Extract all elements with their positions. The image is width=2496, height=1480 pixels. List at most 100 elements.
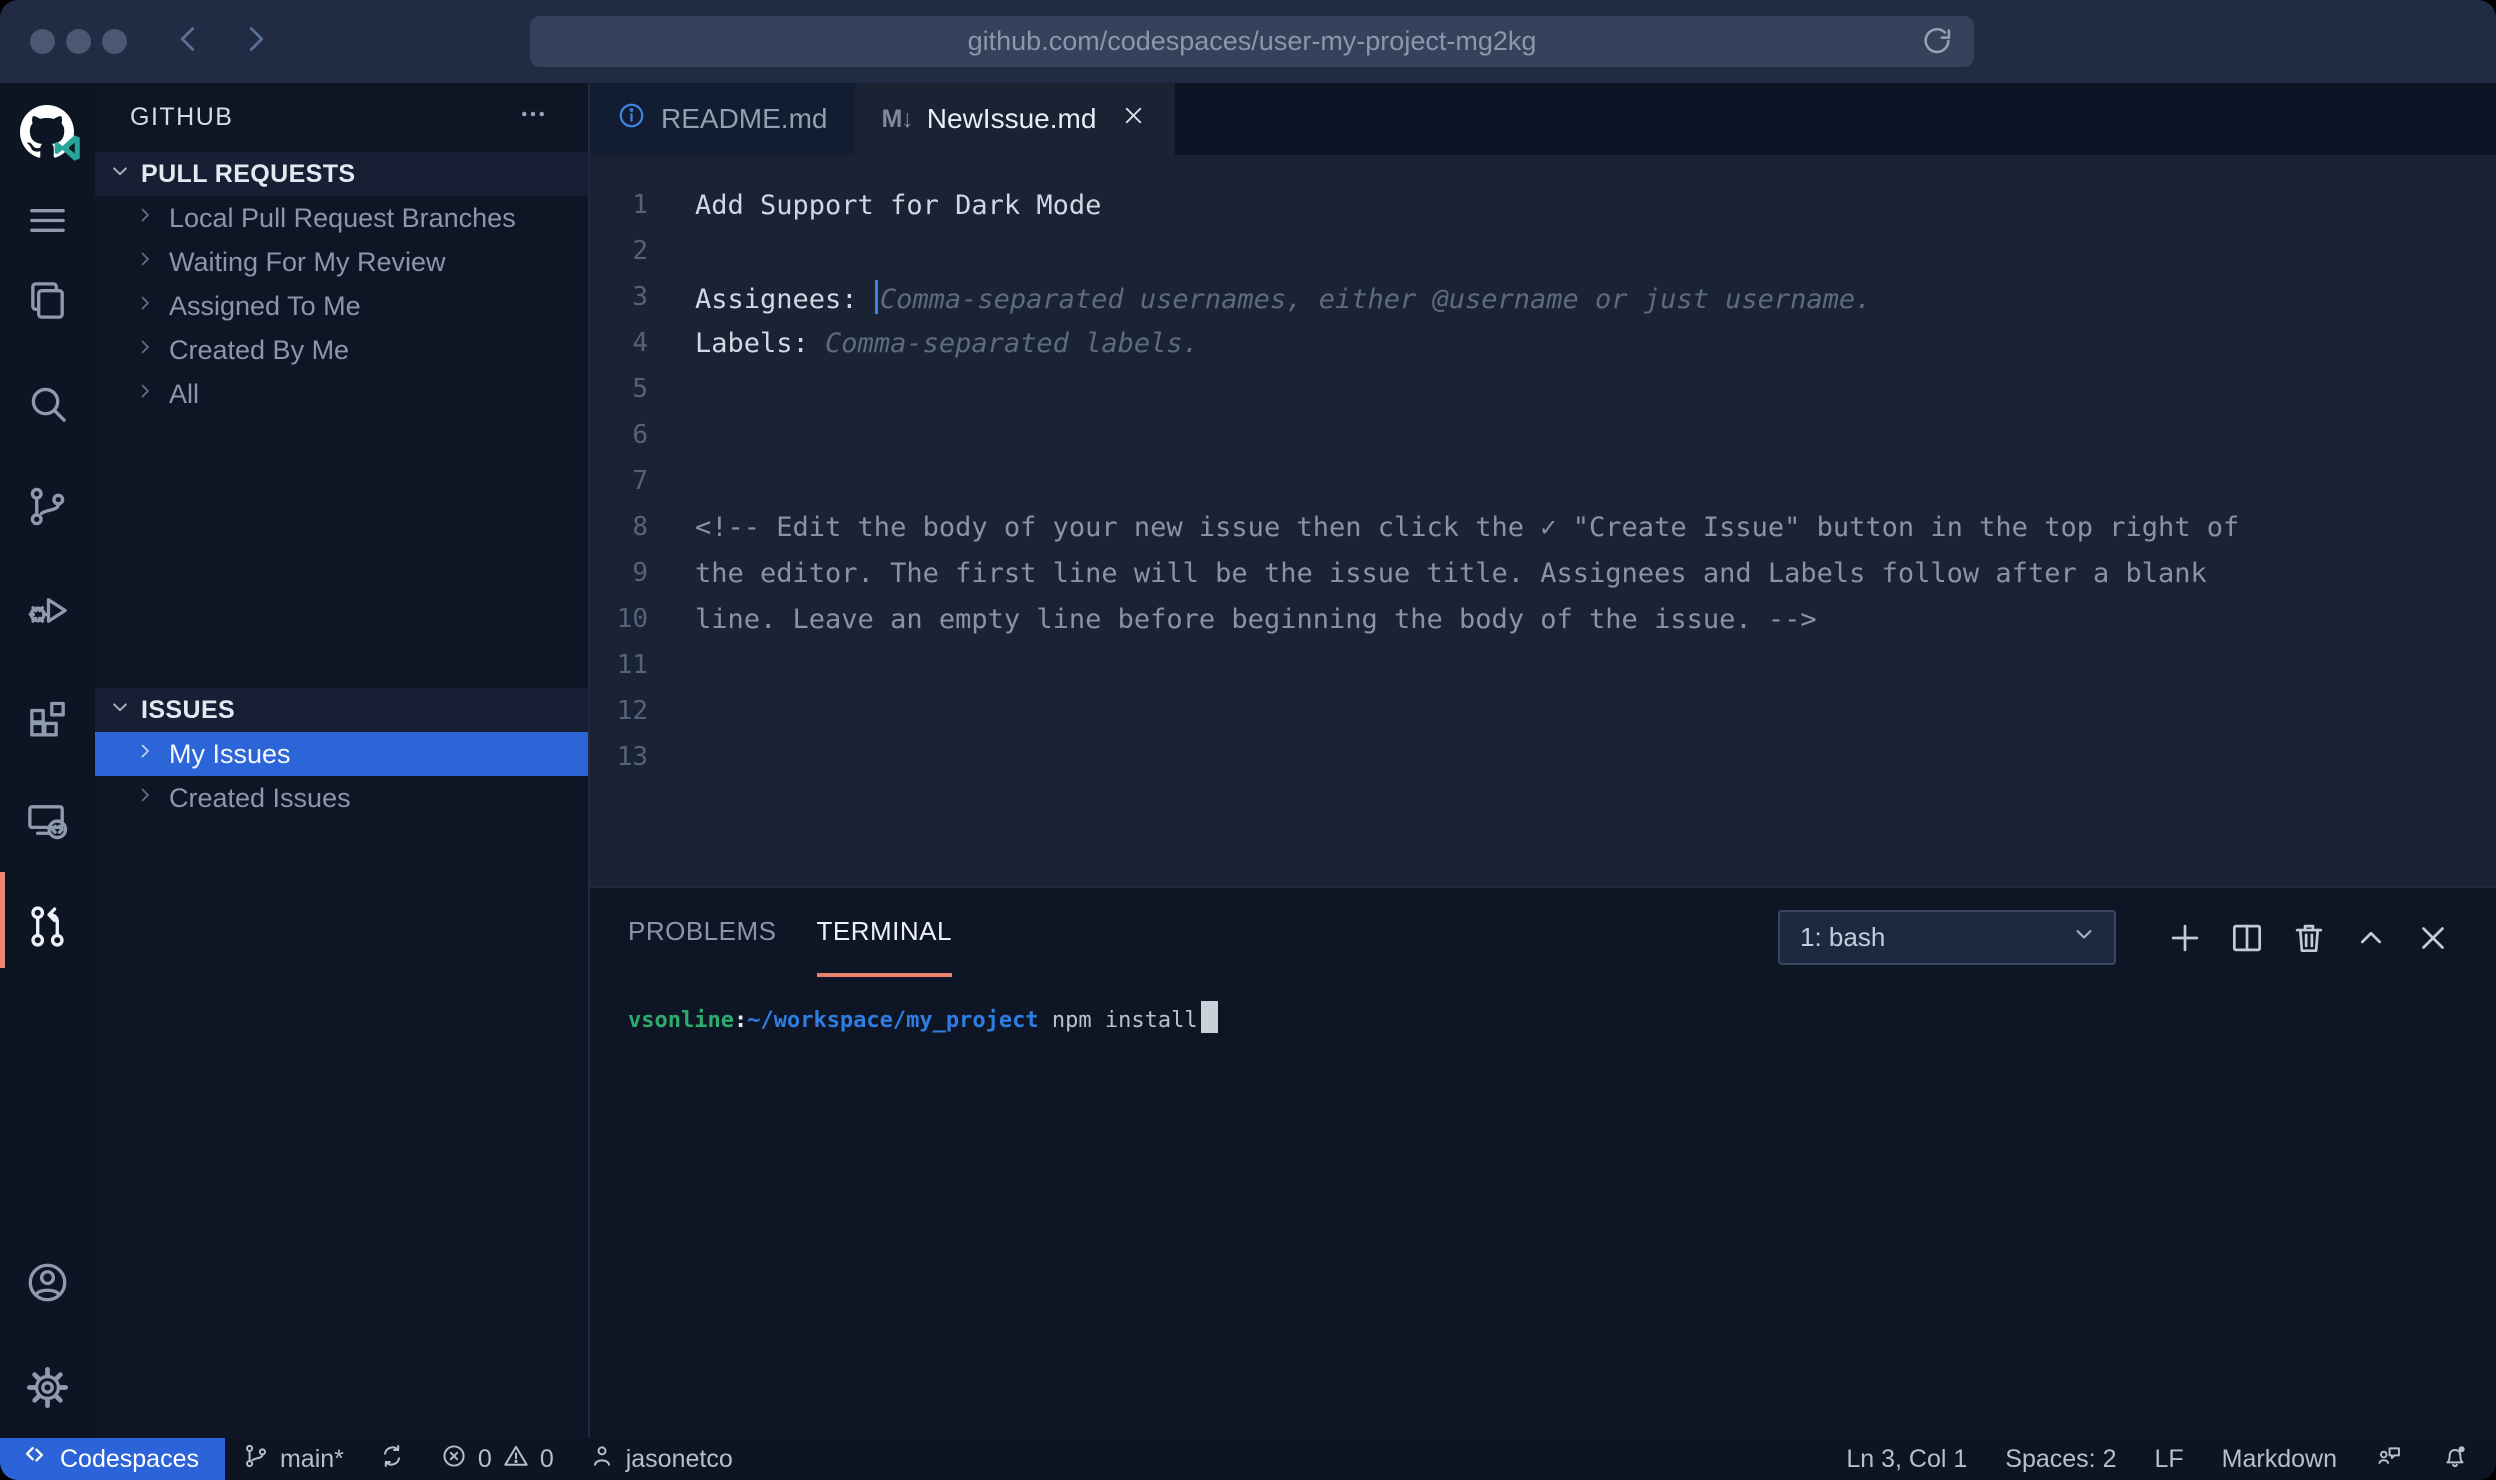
line-number: 11 [590,650,660,680]
line-number: 10 [590,604,660,634]
status-problems-summary[interactable]: 00 [423,1438,571,1480]
editor-line-11: 11 [590,642,2496,688]
status-cursor-position[interactable]: Ln 3, Col 1 [1831,1445,1982,1474]
tab-newissue-md[interactable]: M↓NewIssue.md [855,83,1175,155]
window-zoom-button[interactable] [102,29,127,54]
tree-item-label: Created By Me [169,335,349,366]
sidebar-item-created-by-me[interactable]: Created By Me [95,328,588,372]
branch-icon [242,1442,270,1477]
section-pull-requests: PULL REQUESTS Local Pull Request Branches… [95,152,588,416]
line-number: 2 [590,236,660,266]
sidebar-item-local-pull-request-branches[interactable]: Local Pull Request Branches [95,196,588,240]
kill-terminal-trash-icon[interactable] [2278,910,2340,965]
sidebar-item-waiting-for-my-review[interactable]: Waiting For My Review [95,240,588,284]
sidebar: GITHUB PULL REQUESTSLocal Pull Request B… [95,83,590,1438]
editor[interactable]: 1Add Support for Dark Mode23Assignees: C… [590,155,2496,886]
maximize-panel-chevron-up-icon[interactable] [2340,910,2402,965]
forward-button[interactable] [237,21,273,62]
terminal-picker[interactable]: 1: bash [1778,910,2116,965]
panel-tab-terminal[interactable]: TERMINAL [817,916,952,977]
editor-line-5: 5 [590,366,2496,412]
close-icon[interactable] [1120,102,1147,136]
chevron-right-icon [133,247,157,278]
activity-github-pull-requests-icon[interactable] [0,898,95,954]
bottom-panel: PROBLEMS TERMINAL 1: bash vsonline:~/work… [590,886,2496,1438]
terminal-prompt-line[interactable]: vsonline:~/workspace/my_project npm inst… [628,1001,2496,1033]
status-text: main* [280,1445,344,1474]
status-sync-changes[interactable] [361,1438,423,1480]
editor-line-8: 8<!-- Edit the body of your new issue th… [590,504,2496,550]
warning-icon [502,1442,530,1477]
chevron-down-icon [107,694,133,727]
line-number: 7 [590,466,660,496]
activity-explorer-icon[interactable] [0,272,95,328]
url-text: github.com/codespaces/user-my-project-mg… [968,26,1537,57]
close-panel-close-icon[interactable] [2402,910,2464,965]
status-feedback[interactable] [2360,1442,2418,1477]
terminal-cursor [1201,1001,1218,1033]
line-number: 12 [590,696,660,726]
panel-tab-problems[interactable]: PROBLEMS [628,916,777,977]
reload-icon[interactable] [1920,24,1956,60]
status-notifications[interactable] [2426,1442,2484,1477]
line-number: 8 [590,512,660,542]
status-text: Markdown [2222,1445,2337,1474]
activity-accounts-icon[interactable] [0,1254,95,1310]
line-number: 4 [590,328,660,358]
browser-chrome: github.com/codespaces/user-my-project-mg… [0,0,2496,83]
tab-readme-md[interactable]: README.md [590,83,855,155]
activity-github-codespaces-logo[interactable] [0,105,95,161]
activity-menu-icon[interactable] [0,192,95,248]
status-language-mode[interactable]: Markdown [2207,1445,2352,1474]
activity-extensions-icon[interactable] [0,693,95,749]
new-terminal-plus-icon[interactable] [2154,910,2216,965]
status-indentation[interactable]: Spaces: 2 [1990,1445,2131,1474]
status-text: Ln 3, Col 1 [1846,1445,1967,1474]
activity-remote-explorer-icon[interactable] [0,792,95,848]
editor-line-12: 12 [590,688,2496,734]
activity-source-control-icon[interactable] [0,478,95,534]
activity-settings-icon[interactable] [0,1359,95,1415]
url-bar[interactable]: github.com/codespaces/user-my-project-mg… [530,16,1974,67]
chevron-right-icon [133,203,157,234]
sidebar-item-assigned-to-me[interactable]: Assigned To Me [95,284,588,328]
status-text: Codespaces [60,1445,199,1474]
line-number: 3 [590,282,660,312]
info-icon [616,100,647,138]
status-git-branch[interactable]: main* [225,1438,361,1480]
chevron-right-icon [133,783,157,814]
more-actions-icon[interactable] [518,99,548,136]
text-cursor [875,280,878,314]
section-header-pull-requests[interactable]: PULL REQUESTS [95,152,588,196]
activity-run-debug-icon[interactable] [0,582,95,638]
section-issues: ISSUES My Issues Created Issues [95,688,588,820]
activity-search-icon[interactable] [0,375,95,431]
sidebar-item-my-issues[interactable]: My Issues [95,732,588,776]
chevron-right-icon [133,739,157,770]
back-button[interactable] [171,21,207,62]
sync-icon [378,1442,406,1477]
person-icon [588,1442,616,1477]
tree-item-label: Assigned To Me [169,291,361,322]
window-close-button[interactable] [30,29,55,54]
tree-item-label: Waiting For My Review [169,247,446,278]
status-eol-sequence[interactable]: LF [2139,1445,2198,1474]
editor-line-4: 4Labels: Comma-separated labels. [590,320,2496,366]
window-minimize-button[interactable] [66,29,91,54]
feedback-icon [2375,1442,2403,1477]
sidebar-item-all[interactable]: All [95,372,588,416]
section-label: ISSUES [141,696,235,725]
sidebar-item-created-issues[interactable]: Created Issues [95,776,588,820]
section-label: PULL REQUESTS [141,160,356,189]
status-codespaces-remote[interactable]: Codespaces [0,1438,225,1480]
line-number: 1 [590,190,660,220]
status-text: jasonetco [626,1445,733,1474]
status-signed-in-user[interactable]: jasonetco [571,1438,750,1480]
tree-item-label: My Issues [169,739,291,770]
chevron-down-icon [107,158,133,191]
activity-bar [0,83,95,1438]
browser-window: github.com/codespaces/user-my-project-mg… [0,0,2496,1480]
section-header-issues[interactable]: ISSUES [95,688,588,732]
status-bar: Codespaces main* 00 jasonetco Ln 3, Col 1 Sp… [0,1438,2496,1480]
split-terminal-split-icon[interactable] [2216,910,2278,965]
